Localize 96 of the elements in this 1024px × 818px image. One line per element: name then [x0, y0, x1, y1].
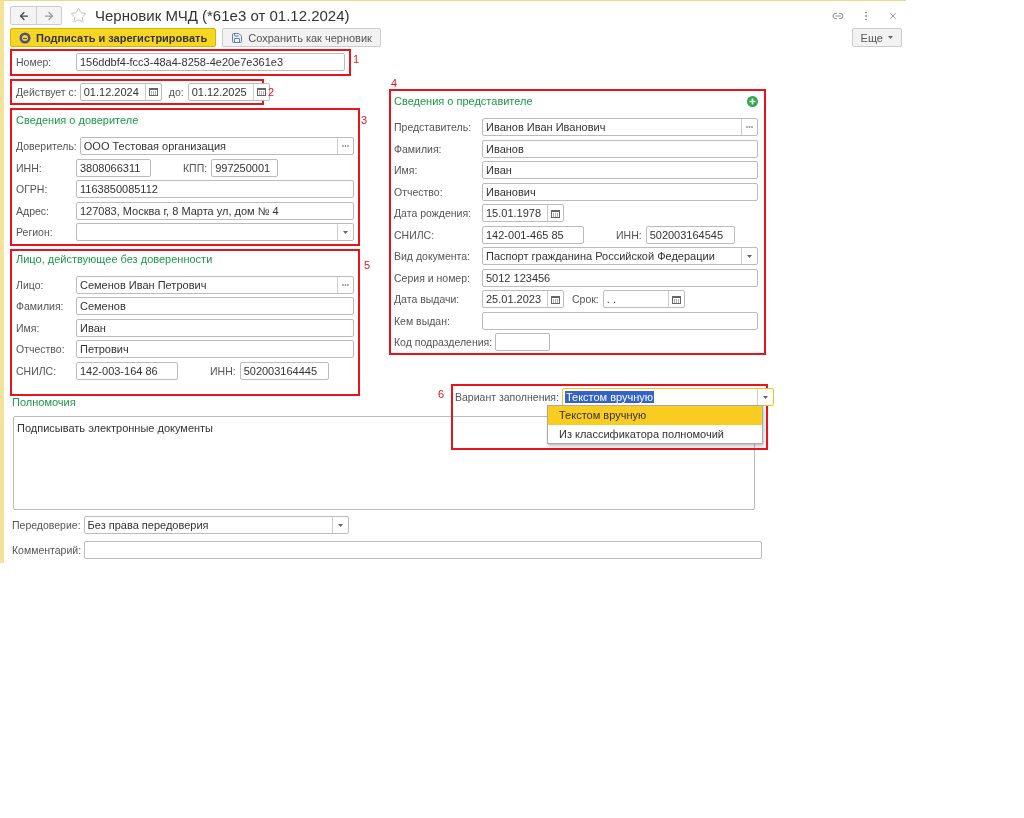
input-field[interactable]: 3808066311 [76, 158, 151, 177]
field-label: ИНН: [210, 364, 236, 377]
field-label: Кем выдан: [394, 314, 451, 327]
field-label: Фамилия: [16, 300, 65, 313]
caret-icon[interactable] [343, 230, 348, 234]
field-label: Адрес: [16, 204, 50, 217]
calendar-icon[interactable] [148, 87, 158, 97]
field-label: Доверитель: [16, 140, 78, 153]
star-icon[interactable] [70, 7, 87, 24]
field-label: КПП: [183, 161, 208, 174]
field-label: ИНН: [616, 228, 642, 241]
input-field[interactable]: 502003164445 [239, 361, 329, 380]
section-title: Полномочия [12, 396, 76, 410]
dropdown-field[interactable]: Паспорт гражданина Российской Федерации [482, 247, 758, 266]
close-icon[interactable] [888, 10, 898, 21]
field-label: Срок: [572, 293, 599, 306]
input-field[interactable]: 142-001-465 85 [482, 225, 584, 244]
annotation-number: 4 [391, 77, 398, 89]
field-label: Фамилия: [394, 142, 443, 155]
dropdown-field[interactable]: Без права передоверия [83, 516, 349, 535]
calendar-icon[interactable] [671, 294, 681, 304]
date-field[interactable]: 15.01.1978 [482, 204, 564, 223]
field-label: Имя: [16, 321, 41, 334]
arrow-right-icon [43, 9, 55, 22]
save-draft-button[interactable]: Сохранить как черновик [222, 28, 381, 47]
field-label: Имя: [394, 164, 419, 177]
ellipsis-icon [746, 126, 753, 129]
input-field[interactable]: Иванович [482, 182, 758, 201]
field-label: Вид документа: [394, 250, 472, 263]
field-label: СНИЛС: [394, 228, 436, 241]
input-field[interactable]: Петрович [76, 340, 354, 359]
input-field[interactable]: Иван [482, 161, 758, 180]
input-field[interactable]: 156ddbf4-fcc3-48a4-8258-4e20e7e361e3 [76, 53, 345, 72]
annotation-number: 5 [363, 258, 370, 271]
input-field[interactable]: Иванов Иван Иванович [482, 118, 758, 137]
field-label: Дата выдачи: [394, 293, 461, 306]
section-title: Сведения о доверителе [16, 114, 139, 126]
field-label: Лицо: [16, 278, 45, 291]
field-label: ОГРН: [16, 183, 49, 196]
field-label: Представитель: [394, 121, 473, 134]
input-field[interactable]: ООО Тестовая организация [79, 137, 354, 156]
powers-text: Подписывать электронные документы [17, 422, 214, 434]
floppy-icon [231, 31, 244, 44]
annotation-number: 1 [352, 53, 359, 65]
input-field[interactable]: Семенов [76, 297, 354, 316]
menu-item[interactable]: Текстом вручную [548, 406, 762, 425]
field-label: СНИЛС: [16, 364, 58, 377]
input-field[interactable]: Иван [76, 318, 354, 337]
field-label: Дата рождения: [394, 207, 472, 220]
field-label: Номер: [16, 56, 53, 69]
field-label: Код подразделения: [394, 336, 494, 349]
arrow-left-icon [17, 9, 30, 22]
add-icon[interactable] [747, 95, 758, 107]
ellipsis-icon [342, 283, 349, 286]
date-field[interactable]: 25.01.2023 [482, 290, 564, 309]
input-field[interactable]: 142-003-164 86 [76, 361, 178, 380]
input-field[interactable]: Иванов [482, 139, 758, 158]
annotation-number: 6 [438, 388, 445, 400]
dropdown-field[interactable] [76, 223, 354, 242]
input-field[interactable]: 127083, Москва г, 8 Марта ул, дом № 4 [76, 201, 354, 220]
field-label: ИНН: [16, 161, 43, 174]
caret-icon[interactable] [762, 395, 768, 399]
ellipsis-icon [342, 145, 349, 148]
input-field[interactable]: 997250001 [211, 158, 279, 177]
field-label: Регион: [16, 226, 54, 239]
field-label: Отчество: [16, 343, 66, 356]
input-field[interactable]: Семенов Иван Петрович [76, 275, 354, 294]
input-field[interactable] [495, 333, 551, 352]
dropdown-field[interactable]: Текстом вручную [561, 388, 774, 407]
section-title: Сведения о представителе [394, 95, 533, 107]
field-label: Действует с: [16, 85, 78, 98]
field-label: Вариант заполнения: [455, 391, 560, 404]
calendar-icon[interactable] [551, 208, 560, 218]
sign-register-button[interactable]: Подписать и зарегистрировать [10, 28, 217, 47]
field-label: Комментарий: [12, 543, 83, 556]
input-field[interactable]: 502003164545 [645, 225, 735, 244]
field-label: Серия и номер: [394, 271, 471, 284]
annotation-number: 3 [360, 114, 367, 126]
input-field[interactable]: 5012 123456 [482, 268, 758, 287]
calendar-icon[interactable] [551, 294, 560, 304]
window-title: Черновик МЧД (*61е3 от 01.12.2024) [95, 7, 351, 24]
input-field[interactable] [482, 311, 758, 330]
input-field[interactable] [84, 540, 762, 559]
caret-icon[interactable] [747, 254, 752, 258]
field-label: Передоверие: [12, 519, 82, 532]
input-field[interactable]: 1163850085112 [76, 180, 354, 199]
date-field[interactable]: . . [602, 290, 685, 309]
more-button[interactable]: Еще [851, 28, 902, 47]
calendar-icon[interactable] [256, 87, 266, 97]
field-label: до: [168, 85, 184, 98]
section-title: Лицо, действующее без доверенности [16, 252, 213, 265]
field-label: Отчество: [394, 185, 444, 198]
caret-icon[interactable] [338, 523, 343, 527]
caret-icon[interactable] [888, 36, 893, 39]
annotation-number: 2 [267, 85, 274, 98]
date-field[interactable]: 01.12.2024 [79, 82, 162, 101]
